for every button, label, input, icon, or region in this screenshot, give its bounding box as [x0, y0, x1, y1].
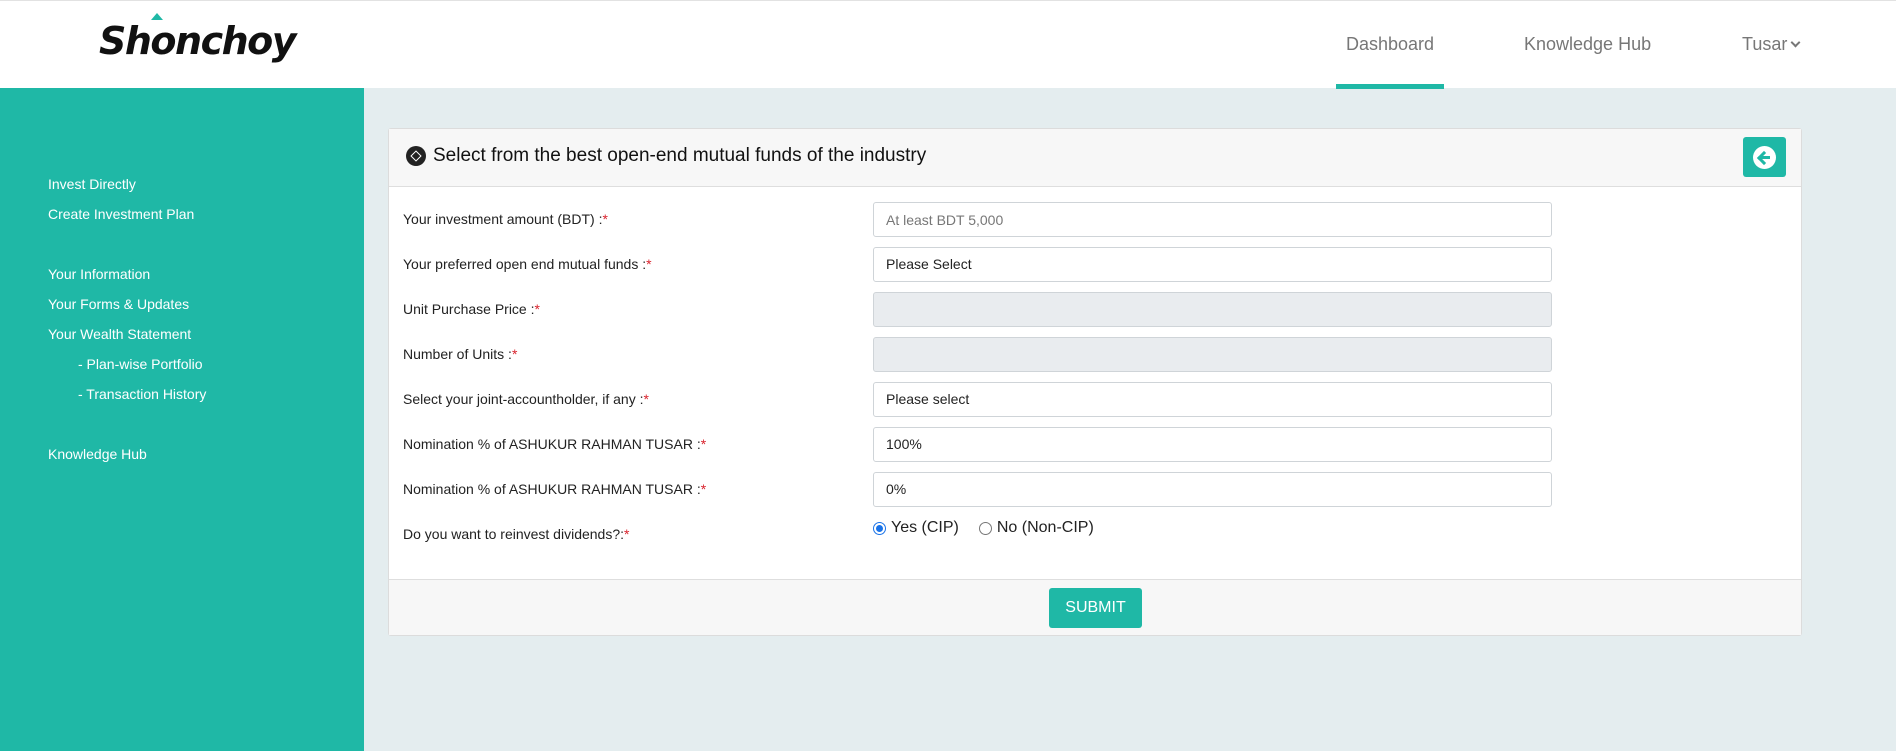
- joint-accountholder-select[interactable]: Please select: [873, 382, 1552, 417]
- joint-accountholder-label: Select your joint-accountholder, if any …: [403, 391, 649, 407]
- card-footer: SUBMIT: [389, 579, 1801, 635]
- unit-price-field: [873, 292, 1552, 327]
- radio-no-non-cip-label[interactable]: No (Non-CIP): [997, 519, 1094, 537]
- sidebar: Invest Directly Create Investment Plan Y…: [0, 88, 364, 751]
- nav-active-indicator: [1336, 84, 1444, 89]
- required-mark: *: [624, 526, 630, 542]
- number-of-units-label-text: Number of Units :: [403, 346, 512, 362]
- sidebar-item-forms-updates[interactable]: Your Forms & Updates: [48, 296, 189, 312]
- required-mark: *: [534, 301, 540, 317]
- reinvest-label-text: Do you want to reinvest dividends?:: [403, 526, 625, 542]
- required-mark: *: [700, 481, 707, 497]
- nav-knowledge-hub-label: Knowledge Hub: [1524, 34, 1652, 54]
- investment-form-card: Select from the best open-end mutual fun…: [388, 128, 1802, 636]
- required-mark: *: [700, 436, 707, 452]
- submit-button[interactable]: SUBMIT: [1049, 588, 1142, 628]
- nav-dashboard-label: Dashboard: [1345, 34, 1435, 54]
- card-title: Select from the best open-end mutual fun…: [406, 145, 926, 167]
- mutual-fund-label-text: Your preferred open end mutual funds :: [403, 256, 647, 272]
- unit-price-label-text: Unit Purchase Price :: [403, 301, 535, 317]
- radio-yes-cip[interactable]: [873, 521, 886, 535]
- nomination-1-label-text: Nomination % of ASHUKUR RAHMAN TUSAR :: [403, 436, 701, 452]
- radio-yes-cip-label[interactable]: Yes (CIP): [891, 519, 959, 537]
- mutual-fund-select[interactable]: Please Select: [873, 247, 1552, 282]
- sidebar-item-invest-directly[interactable]: Invest Directly: [48, 176, 136, 192]
- investment-amount-input[interactable]: [873, 202, 1552, 237]
- number-of-units-label: Number of Units :*: [403, 346, 517, 362]
- logo-accent-icon: [151, 13, 163, 20]
- required-mark: *: [643, 391, 649, 407]
- required-mark: *: [646, 256, 652, 272]
- nav-user-label: Tusar: [1742, 34, 1788, 54]
- sidebar-item-your-information[interactable]: Your Information: [48, 266, 150, 282]
- chevron-down-icon: [1790, 37, 1801, 48]
- mutual-fund-label: Your preferred open end mutual funds :*: [403, 256, 652, 272]
- number-of-units-field: [873, 337, 1552, 372]
- arrow-left-circle-icon: [1753, 146, 1776, 169]
- nav-user-menu[interactable]: Tusar: [1742, 34, 1801, 89]
- nav-dashboard[interactable]: Dashboard: [1336, 34, 1444, 89]
- brand-logo[interactable]: Shonchoy: [99, 13, 297, 63]
- required-mark: *: [511, 346, 518, 362]
- logo-text: Shonchoy: [99, 19, 297, 63]
- nomination-1-input[interactable]: 100%: [873, 427, 1552, 462]
- nomination-2-label-text: Nomination % of ASHUKUR RAHMAN TUSAR :: [403, 481, 701, 497]
- reinvest-radio-group: Yes (CIP) No (Non-CIP): [873, 519, 1114, 537]
- sidebar-item-transaction-history[interactable]: - Transaction History: [78, 386, 206, 402]
- back-button[interactable]: [1743, 137, 1786, 177]
- sidebar-item-knowledge-hub[interactable]: Knowledge Hub: [48, 446, 147, 462]
- unit-price-label: Unit Purchase Price :*: [403, 301, 540, 317]
- nav-knowledge-hub[interactable]: Knowledge Hub: [1524, 34, 1651, 89]
- investment-amount-label: Your investment amount (BDT) :*: [403, 211, 608, 227]
- joint-accountholder-label-text: Select your joint-accountholder, if any …: [403, 391, 644, 407]
- sidebar-item-wealth-statement[interactable]: Your Wealth Statement: [48, 326, 191, 342]
- investment-amount-label-text: Your investment amount (BDT) :: [403, 211, 603, 227]
- nomination-2-label: Nomination % of ASHUKUR RAHMAN TUSAR :*: [403, 481, 706, 497]
- sidebar-item-plan-wise-portfolio[interactable]: - Plan-wise Portfolio: [78, 356, 203, 372]
- fund-icon: [406, 146, 426, 166]
- sidebar-item-create-investment-plan[interactable]: Create Investment Plan: [48, 206, 194, 222]
- required-mark: *: [602, 211, 608, 227]
- radio-no-non-cip[interactable]: [978, 521, 992, 535]
- card-title-text: Select from the best open-end mutual fun…: [433, 145, 927, 166]
- nomination-1-label: Nomination % of ASHUKUR RAHMAN TUSAR :*: [403, 436, 706, 452]
- top-navbar: Shonchoy Dashboard Knowledge Hub Tusar: [0, 0, 1896, 89]
- card-header: Select from the best open-end mutual fun…: [389, 129, 1801, 187]
- reinvest-label: Do you want to reinvest dividends?:*: [403, 526, 629, 542]
- nomination-2-input[interactable]: 0%: [873, 472, 1552, 507]
